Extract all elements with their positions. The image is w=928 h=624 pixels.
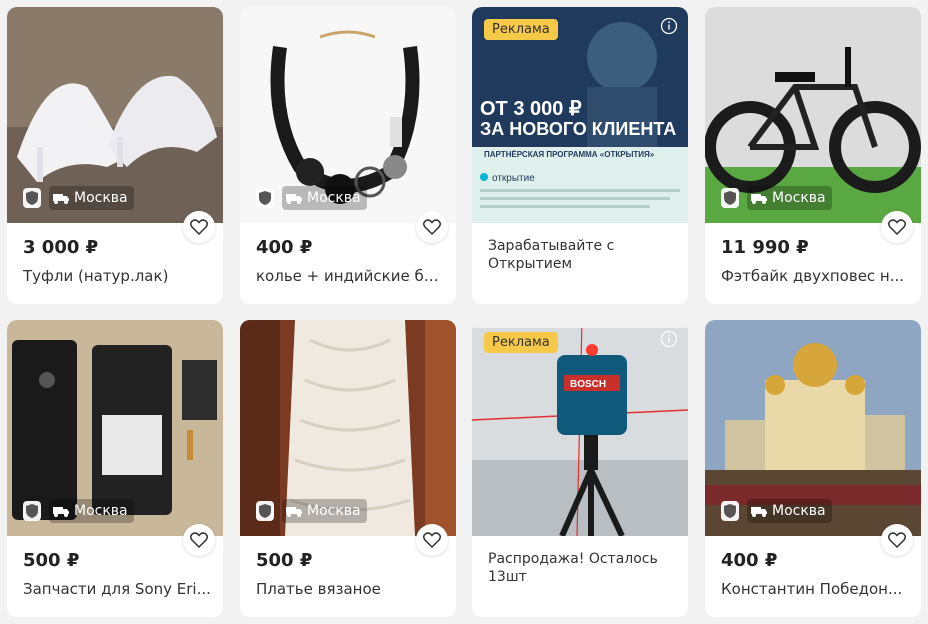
- ad-card[interactable]: BOSCH Реклама Распродажа! Осталось 13шт: [472, 320, 688, 617]
- location-text: Москва: [307, 503, 361, 519]
- location-badge: Москва: [256, 498, 367, 524]
- location-text: Москва: [74, 190, 128, 206]
- banner-brand: BOSCH: [570, 379, 606, 390]
- listing-photo[interactable]: Москва: [240, 7, 456, 223]
- location-badge: Москва: [721, 185, 832, 211]
- listing-photo[interactable]: Москва: [7, 7, 223, 223]
- truck-icon: [286, 194, 302, 204]
- truck-icon: [751, 194, 767, 204]
- shield-icon: [256, 501, 274, 521]
- listing-card[interactable]: Москва 3 000 ₽ Туфли (натур.лак): [7, 7, 223, 304]
- shield-icon: [23, 188, 41, 208]
- listing-photo[interactable]: Москва: [240, 320, 456, 536]
- listing-title[interactable]: Запчасти для Sony Eri...: [23, 580, 211, 598]
- listing-grid: Москва 3 000 ₽ Туфли (натур.лак) Москва …: [0, 0, 928, 624]
- listing-card[interactable]: Москва 500 ₽ Запчасти для Sony Eri...: [7, 320, 223, 617]
- ad-banner[interactable]: BOSCH Реклама: [472, 320, 688, 536]
- location-text: Москва: [772, 190, 826, 206]
- listing-card[interactable]: Москва 500 ₽ Платье вязаное: [240, 320, 456, 617]
- shield-icon: [23, 501, 41, 521]
- banner-headline-line1: ОТ 3 000 ₽: [480, 98, 582, 120]
- listing-price: 500 ₽: [256, 550, 313, 571]
- location-badge: Москва: [23, 498, 134, 524]
- listing-card[interactable]: Москва 400 ₽ колье + индийские бр...: [240, 7, 456, 304]
- shield-icon: [721, 501, 739, 521]
- listing-photo[interactable]: Москва: [705, 7, 921, 223]
- favorite-heart-icon[interactable]: [416, 524, 448, 556]
- banner-brand: открытие: [492, 173, 535, 184]
- favorite-heart-icon[interactable]: [183, 524, 215, 556]
- favorite-heart-icon[interactable]: [881, 524, 913, 556]
- location-badge: Москва: [721, 498, 832, 524]
- listing-price: 11 990 ₽: [721, 237, 809, 258]
- ad-card[interactable]: ОТ 3 000 ₽ ЗА НОВОГО КЛИЕНТА ПАРТНЁРСКАЯ…: [472, 7, 688, 304]
- truck-icon: [53, 507, 69, 517]
- favorite-heart-icon[interactable]: [416, 211, 448, 243]
- listing-price: 400 ₽: [721, 550, 778, 571]
- location-text: Москва: [307, 190, 361, 206]
- listing-card[interactable]: Москва 400 ₽ Константин Победон...: [705, 320, 921, 617]
- favorite-heart-icon[interactable]: [183, 211, 215, 243]
- location-text: Москва: [772, 503, 826, 519]
- location-badge: Москва: [23, 185, 134, 211]
- listing-photo[interactable]: Москва: [7, 320, 223, 536]
- listing-card[interactable]: Москва 11 990 ₽ Фэтбайк двухповес н...: [705, 7, 921, 304]
- shield-icon: [721, 188, 739, 208]
- listing-price: 3 000 ₽: [23, 237, 99, 258]
- listing-title[interactable]: Платье вязаное: [256, 580, 444, 598]
- listing-photo[interactable]: Москва: [705, 320, 921, 536]
- listing-title[interactable]: колье + индийские бр...: [256, 267, 444, 285]
- banner-headline-line2: ЗА НОВОГО КЛИЕНТА: [480, 119, 676, 139]
- location-badge: Москва: [256, 185, 367, 211]
- listing-title[interactable]: Фэтбайк двухповес н...: [721, 267, 909, 285]
- banner-sub: ПАРТНЁРСКАЯ ПРОГРАММА «ОТКРЫТИЯ»: [484, 150, 655, 159]
- ad-banner[interactable]: ОТ 3 000 ₽ ЗА НОВОГО КЛИЕНТА ПАРТНЁРСКАЯ…: [472, 7, 688, 223]
- listing-title[interactable]: Туфли (натур.лак): [23, 267, 211, 285]
- ad-text[interactable]: Распродажа! Осталось 13шт: [488, 550, 678, 586]
- listing-title[interactable]: Константин Победон...: [721, 580, 909, 598]
- ad-label-badge: Реклама: [484, 332, 558, 353]
- ad-label-badge: Реклама: [484, 19, 558, 40]
- info-icon[interactable]: [660, 17, 678, 35]
- truck-icon: [751, 507, 767, 517]
- info-icon[interactable]: [660, 330, 678, 348]
- favorite-heart-icon[interactable]: [881, 211, 913, 243]
- listing-price: 500 ₽: [23, 550, 80, 571]
- truck-icon: [53, 194, 69, 204]
- listing-price: 400 ₽: [256, 237, 313, 258]
- truck-icon: [286, 507, 302, 517]
- shield-icon: [256, 188, 274, 208]
- ad-text[interactable]: Зарабатывайте с Открытием: [488, 237, 678, 273]
- location-text: Москва: [74, 503, 128, 519]
